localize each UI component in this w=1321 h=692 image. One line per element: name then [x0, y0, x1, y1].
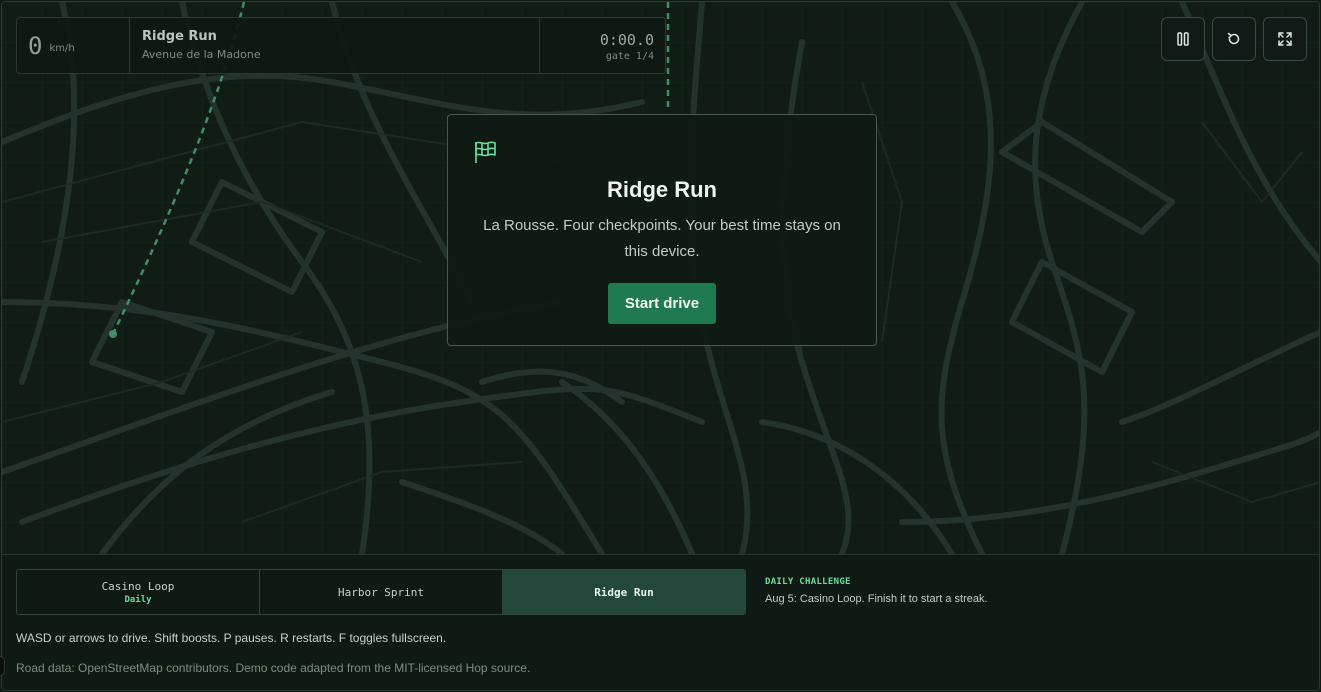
restart-icon [1227, 32, 1240, 45]
route-tabs: Casino Loop Daily Harbor Sprint Ridge Ru… [16, 569, 746, 615]
timer-readout: 0:00.0 gate 1/4 [540, 18, 665, 73]
fullscreen-button[interactable] [1263, 17, 1307, 61]
tab-casino-loop[interactable]: Casino Loop Daily [17, 570, 260, 614]
credits-text: Road data: OpenStreetMap contributors. D… [16, 661, 531, 675]
tab-label: Casino Loop [101, 579, 175, 593]
tab-harbor-sprint[interactable]: Harbor Sprint [260, 570, 503, 614]
dialog-title: Ridge Run [607, 177, 717, 202]
fullscreen-icon [1278, 32, 1292, 46]
gate-progress: gate 1/4 [605, 51, 654, 62]
pause-icon [1177, 32, 1189, 46]
street-name: Avenue de la Madone [142, 48, 261, 61]
start-drive-button[interactable]: Start drive [607, 283, 717, 324]
dialog-description: La Rousse. Four checkpoints. Your best t… [483, 217, 841, 260]
bottom-panel: Casino Loop Daily Harbor Sprint Ridge Ru… [2, 554, 1319, 690]
game-frame: 0 km/h Ridge Run Avenue de la Madone 0:0… [1, 1, 1320, 691]
route-name: Ridge Run [142, 29, 217, 44]
daily-challenge: DAILY CHALLENGE Aug 5: Casino Loop. Fini… [765, 577, 988, 605]
flag-icon [475, 141, 496, 163]
speed-readout: 0 km/h [17, 18, 130, 73]
edge-handle [0, 656, 5, 676]
speed-value: 0 [28, 31, 43, 60]
hud-bar: 0 km/h Ridge Run Avenue de la Madone 0:0… [16, 17, 666, 74]
restart-button[interactable] [1212, 17, 1256, 61]
route-intro-dialog: Ridge Run La Rousse. Four checkpoints. Y… [447, 114, 877, 346]
route-info: Ridge Run Avenue de la Madone [130, 18, 540, 73]
daily-challenge-text: Aug 5: Casino Loop. Finish it to start a… [765, 593, 988, 605]
pause-button[interactable] [1161, 17, 1205, 61]
tab-label: Ridge Run [594, 585, 654, 599]
daily-badge: Daily [124, 594, 152, 605]
controls-help: WASD or arrows to drive. Shift boosts. P… [16, 631, 447, 645]
daily-challenge-label: DAILY CHALLENGE [765, 577, 851, 587]
timer-value: 0:00.0 [599, 31, 654, 49]
speed-unit: km/h [49, 43, 75, 54]
tab-ridge-run[interactable]: Ridge Run [503, 570, 745, 614]
tab-label: Harbor Sprint [337, 585, 425, 599]
